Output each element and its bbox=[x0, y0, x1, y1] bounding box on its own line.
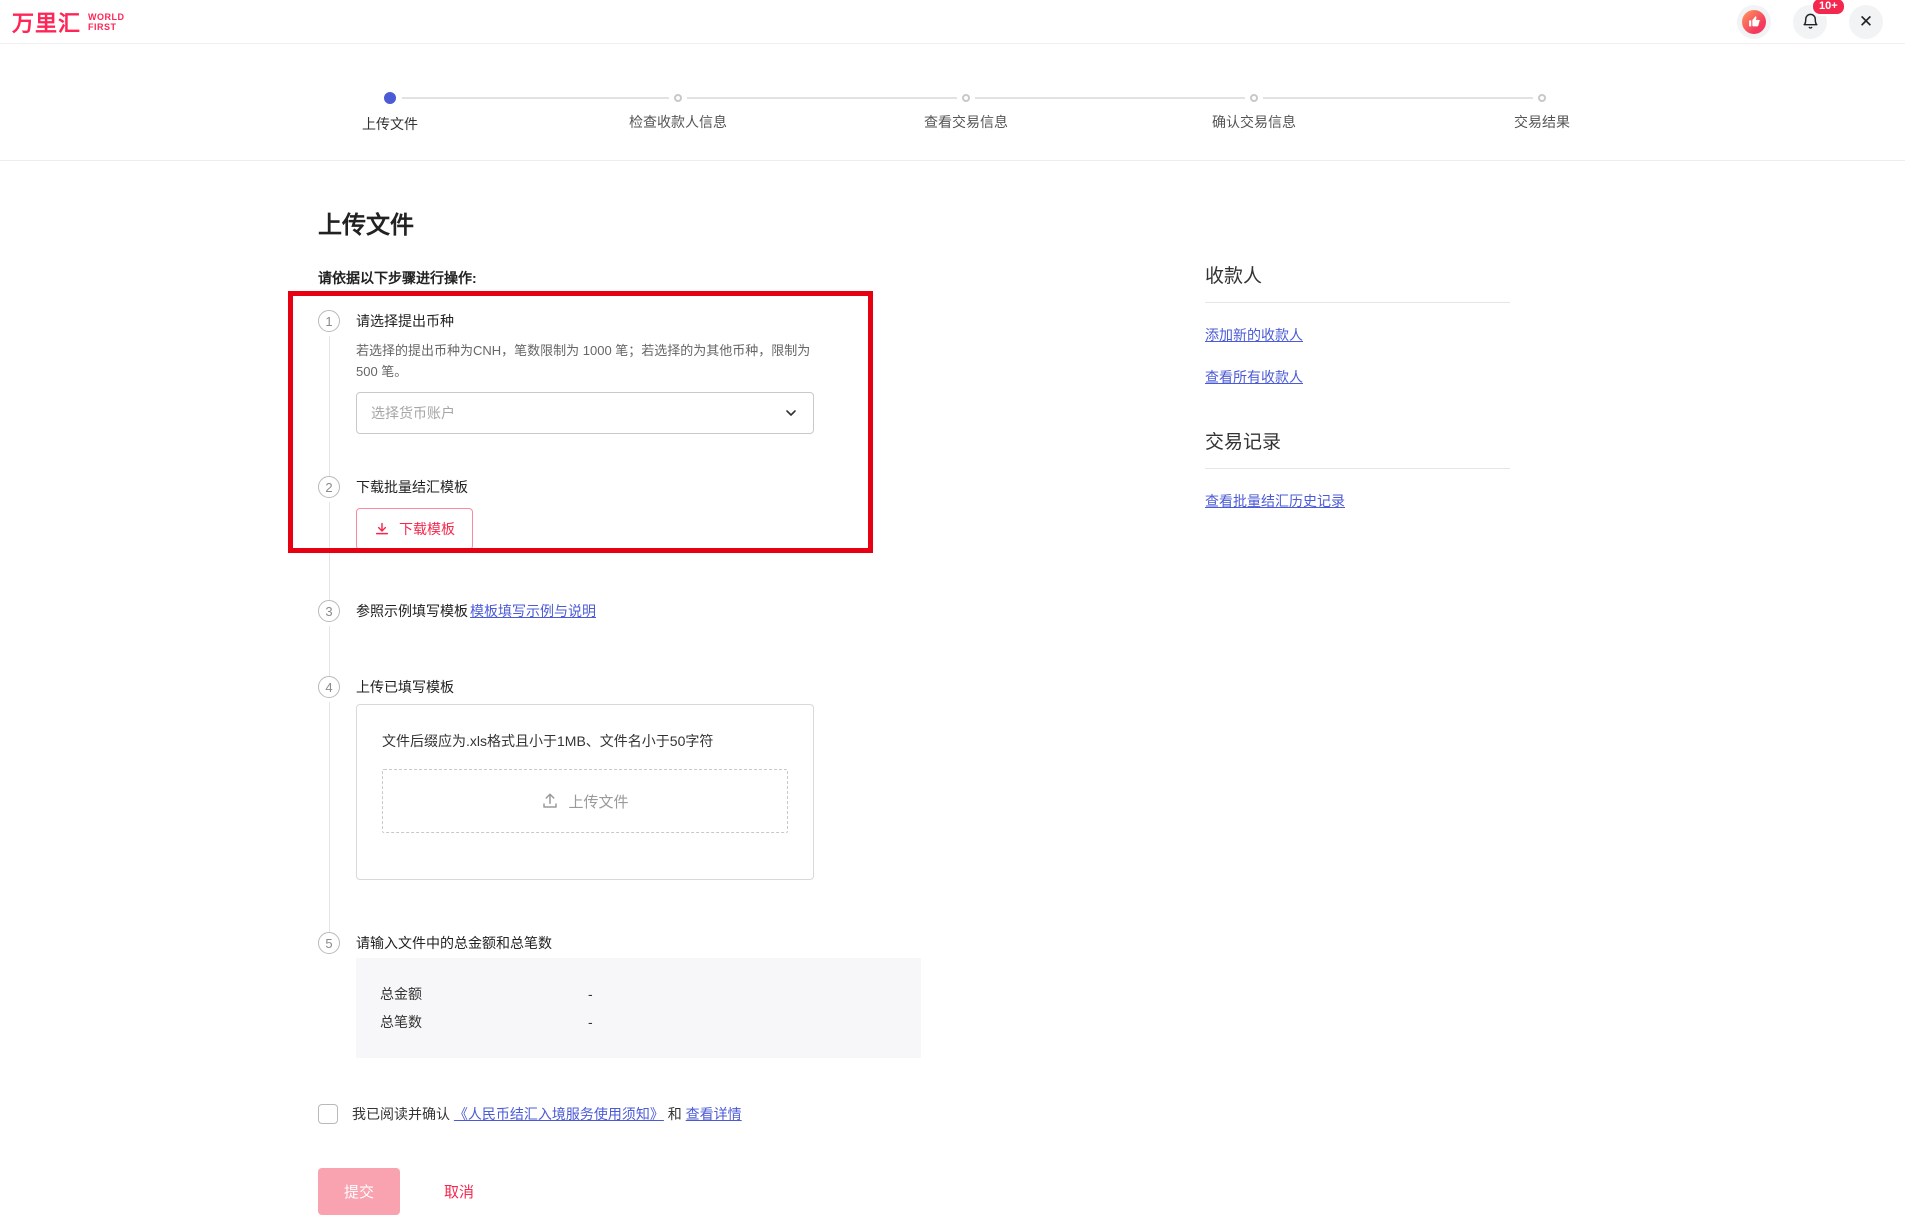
add-new-payee-link[interactable]: 添加新的收款人 bbox=[1205, 325, 1510, 345]
step-connector bbox=[329, 336, 330, 478]
transaction-records-title: 交易记录 bbox=[1205, 427, 1510, 469]
view-details-link[interactable]: 查看详情 bbox=[686, 1106, 742, 1122]
agreement-text: 我已阅读并确认 《人民币结汇入境服务使用须知》 和 查看详情 bbox=[352, 1104, 742, 1124]
app-header: 万里汇 WORLD FIRST 10+ ✕ bbox=[0, 0, 1905, 44]
template-example-link[interactable]: 模板填写示例与说明 bbox=[470, 603, 596, 619]
step-check-payees: 检查收款人信息 bbox=[534, 92, 822, 134]
notification-count-badge: 10+ bbox=[1811, 0, 1846, 16]
page-body: 上传文件 请依据以下步骤进行操作: 1 请选择提出币种 若选择的提出币种为CNH… bbox=[0, 161, 1905, 1215]
step-2-title: 下载批量结汇模板 bbox=[356, 476, 938, 498]
view-all-payees-link[interactable]: 查看所有收款人 bbox=[1205, 367, 1510, 387]
chevron-down-icon bbox=[783, 405, 799, 421]
main-content: 上传文件 请依据以下步骤进行操作: 1 请选择提出币种 若选择的提出币种为CNH… bbox=[318, 161, 938, 1215]
totals-panel: 总金额 - 总笔数 - bbox=[356, 958, 921, 1058]
currency-account-select[interactable]: 选择货币账户 bbox=[356, 392, 814, 434]
stepper-wrap: 上传文件 检查收款人信息 查看交易信息 确认交易信息 交易结果 bbox=[0, 44, 1905, 161]
inactive-step-dot bbox=[962, 94, 970, 102]
select-placeholder: 选择货币账户 bbox=[371, 403, 455, 423]
step-connector bbox=[329, 626, 330, 678]
feedback-button[interactable] bbox=[1737, 5, 1771, 39]
step-4-number: 4 bbox=[318, 676, 340, 698]
inactive-step-dot bbox=[674, 94, 682, 102]
batch-settlement-history-link[interactable]: 查看批量结汇历史记录 bbox=[1205, 491, 1510, 511]
total-amount-value: - bbox=[588, 984, 593, 1004]
upload-file-hint: 文件后缀应为.xls格式且小于1MB、文件名小于50字符 bbox=[382, 731, 788, 751]
payees-section: 收款人 添加新的收款人 查看所有收款人 bbox=[1205, 261, 1510, 387]
step-3: 3 参照示例填写模板模板填写示例与说明 bbox=[318, 600, 938, 676]
step-upload-file: 上传文件 bbox=[246, 92, 534, 134]
download-icon bbox=[374, 521, 390, 537]
upload-panel: 文件后缀应为.xls格式且小于1MB、文件名小于50字符 上传文件 bbox=[356, 704, 814, 880]
step-view-transactions: 查看交易信息 bbox=[822, 92, 1110, 134]
right-sidebar: 收款人 添加新的收款人 查看所有收款人 交易记录 查看批量结汇历史记录 bbox=[1205, 161, 1510, 511]
logo-en-text: WORLD FIRST bbox=[88, 12, 125, 32]
download-template-button[interactable]: 下载模板 bbox=[356, 508, 473, 550]
step-1-title: 请选择提出币种 bbox=[356, 310, 938, 332]
agreement-checkbox[interactable] bbox=[318, 1104, 338, 1124]
payees-section-title: 收款人 bbox=[1205, 261, 1510, 303]
upload-dropzone[interactable]: 上传文件 bbox=[382, 769, 788, 833]
total-count-value: - bbox=[588, 1012, 593, 1032]
inactive-step-dot bbox=[1538, 94, 1546, 102]
progress-stepper: 上传文件 检查收款人信息 查看交易信息 确认交易信息 交易结果 bbox=[246, 92, 1686, 134]
step-4-title: 上传已填写模板 bbox=[356, 676, 938, 698]
total-count-row: 总笔数 - bbox=[380, 1012, 897, 1032]
step-connector bbox=[329, 502, 330, 602]
header-actions: 10+ ✕ bbox=[1737, 5, 1883, 39]
steps-intro: 请依据以下步骤进行操作: bbox=[318, 268, 938, 288]
inactive-step-dot bbox=[1250, 94, 1258, 102]
worldfirst-logo: 万里汇 WORLD FIRST bbox=[12, 6, 125, 38]
step-2-number: 2 bbox=[318, 476, 340, 498]
upload-icon bbox=[541, 792, 559, 810]
service-notice-link[interactable]: 《人民币结汇入境服务使用须知》 bbox=[454, 1106, 664, 1122]
step-3-number: 3 bbox=[318, 600, 340, 622]
step-confirm-transactions: 确认交易信息 bbox=[1110, 92, 1398, 134]
thumbs-up-icon bbox=[1742, 10, 1766, 34]
submit-button[interactable]: 提交 bbox=[318, 1168, 400, 1215]
active-step-dot bbox=[384, 92, 396, 104]
step-connector bbox=[329, 702, 330, 934]
total-amount-row: 总金额 - bbox=[380, 984, 897, 1004]
step-5-title: 请输入文件中的总金额和总笔数 bbox=[356, 932, 938, 954]
step-3-title: 参照示例填写模板 bbox=[356, 603, 468, 619]
notifications-button[interactable]: 10+ bbox=[1793, 5, 1827, 39]
step-4: 4 上传已填写模板 文件后缀应为.xls格式且小于1MB、文件名小于50字符 上… bbox=[318, 676, 938, 932]
step-1-description: 若选择的提出币种为CNH，笔数限制为 1000 笔；若选择的为其他币种，限制为 … bbox=[356, 340, 814, 382]
cancel-button[interactable]: 取消 bbox=[444, 1181, 474, 1202]
close-icon: ✕ bbox=[1859, 13, 1873, 30]
step-1-number: 1 bbox=[318, 310, 340, 332]
page-title: 上传文件 bbox=[318, 205, 938, 240]
form-actions: 提交 取消 bbox=[318, 1168, 938, 1215]
step-transaction-result: 交易结果 bbox=[1398, 92, 1686, 134]
total-amount-label: 总金额 bbox=[380, 984, 588, 1004]
agreement-row: 我已阅读并确认 《人民币结汇入境服务使用须知》 和 查看详情 bbox=[318, 1104, 938, 1124]
step-5-number: 5 bbox=[318, 932, 340, 954]
total-count-label: 总笔数 bbox=[380, 1012, 588, 1032]
step-1: 1 请选择提出币种 若选择的提出币种为CNH，笔数限制为 1000 笔；若选择的… bbox=[318, 310, 938, 476]
transaction-records-section: 交易记录 查看批量结汇历史记录 bbox=[1205, 427, 1510, 511]
upload-dropzone-label: 上传文件 bbox=[568, 791, 628, 812]
step-5: 5 请输入文件中的总金额和总笔数 总金额 - 总笔数 - bbox=[318, 932, 938, 1058]
logo-cn-text: 万里汇 bbox=[12, 6, 81, 38]
close-button[interactable]: ✕ bbox=[1849, 5, 1883, 39]
step-2: 2 下载批量结汇模板 下载模板 bbox=[318, 476, 938, 600]
